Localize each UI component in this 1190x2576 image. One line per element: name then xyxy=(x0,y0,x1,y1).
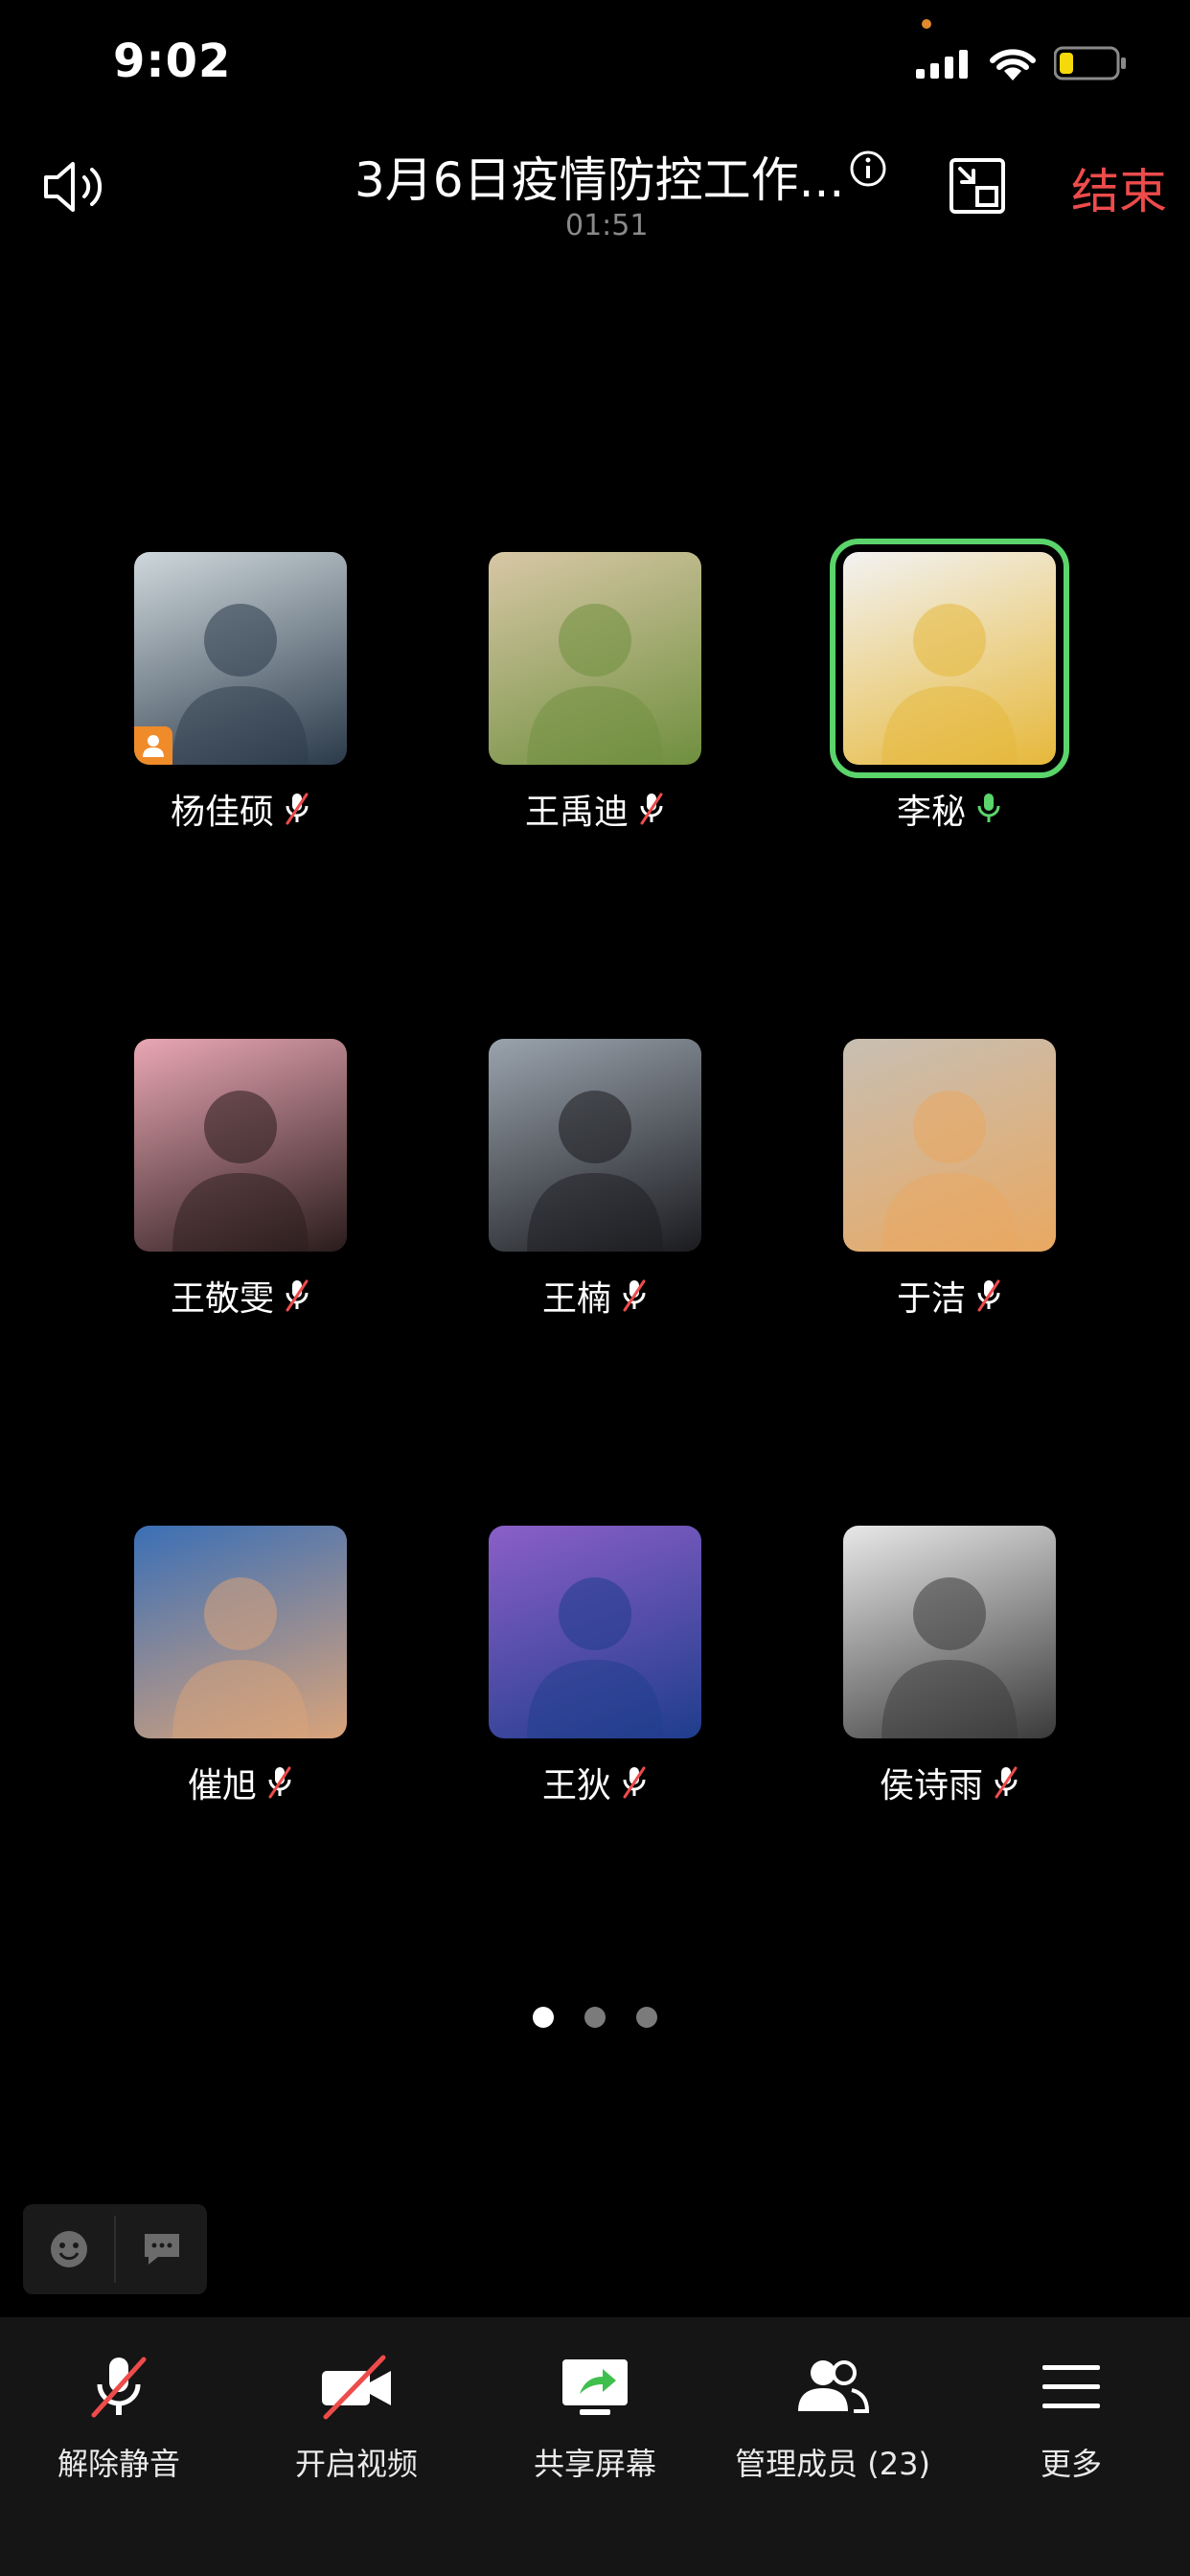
host-user-icon xyxy=(143,735,164,757)
avatar-figure xyxy=(172,1091,309,1252)
host-badge xyxy=(134,726,172,765)
participant-tile[interactable]: 王禹迪 xyxy=(489,552,701,834)
participant-name: 于洁 xyxy=(896,1279,966,1319)
mic-off-icon xyxy=(91,2357,147,2418)
participant-tile[interactable]: 于洁 xyxy=(843,1039,1056,1321)
mic-active-icon xyxy=(977,794,1000,822)
minimize-window-icon[interactable] xyxy=(949,157,1006,215)
participant-name: 王敬雯 xyxy=(170,1279,274,1319)
mic-muted-icon xyxy=(640,793,663,825)
participant-avatar[interactable] xyxy=(489,1526,701,1738)
emoji-icon xyxy=(50,2231,87,2267)
end-meeting-button[interactable]: 结束 xyxy=(1071,153,1167,222)
participant-name-row: 李秘 xyxy=(843,784,1056,834)
avatar-figure xyxy=(527,1577,663,1738)
participant-tile[interactable]: 李秘 xyxy=(830,539,1069,834)
participant-tile[interactable]: 侯诗雨 xyxy=(843,1526,1056,1807)
participant-avatar[interactable] xyxy=(134,1039,347,1252)
participant-avatar[interactable] xyxy=(489,552,701,765)
chat-button[interactable] xyxy=(116,2204,207,2294)
participant-name-row: 王狄 xyxy=(489,1758,701,1807)
participant-name-row: 杨佳硕 xyxy=(134,784,347,834)
unmute-button[interactable]: 解除静音 xyxy=(4,2317,234,2484)
participant-avatar[interactable] xyxy=(843,1039,1056,1252)
members-icon xyxy=(798,2360,870,2413)
start-video-button[interactable]: 开启视频 xyxy=(241,2317,471,2484)
meeting-toolbar: 解除静音 开启视频 共享屏幕 管理成员 (23) 更多 xyxy=(0,2317,1190,2576)
privacy-indicator-dot xyxy=(922,19,931,29)
participant-tile[interactable]: 王敬雯 xyxy=(134,1039,347,1321)
menu-icon xyxy=(1042,2365,1100,2408)
avatar-figure xyxy=(881,604,1018,765)
battery-icon xyxy=(1054,46,1126,80)
page-indicator[interactable] xyxy=(533,2007,657,2028)
avatar-figure xyxy=(527,604,663,765)
page-dot-2[interactable] xyxy=(584,2007,606,2028)
mic-muted-icon xyxy=(995,1766,1018,1799)
participant-avatar[interactable] xyxy=(134,1526,347,1738)
quick-reaction-bar xyxy=(23,2204,207,2294)
participant-avatar[interactable] xyxy=(843,1526,1056,1738)
participant-tile[interactable]: 催旭 xyxy=(134,1526,347,1807)
manage-members-label: 管理成员 (23) xyxy=(735,2446,930,2482)
meeting-title[interactable]: 3月6日疫情防控工作... xyxy=(355,142,844,211)
avatar-figure xyxy=(172,1577,309,1738)
participant-avatar[interactable] xyxy=(134,552,347,765)
share-screen-button[interactable]: 共享屏幕 xyxy=(480,2317,710,2484)
participant-tile[interactable]: 王楠 xyxy=(489,1039,701,1321)
unmute-label: 解除静音 xyxy=(57,2446,180,2482)
participant-name: 王禹迪 xyxy=(524,793,629,832)
participant-name: 王楠 xyxy=(541,1279,611,1319)
page-dot-1[interactable] xyxy=(533,2007,554,2028)
page-dot-3[interactable] xyxy=(636,2007,657,2028)
participant-name: 王狄 xyxy=(541,1766,611,1806)
chat-icon xyxy=(144,2234,179,2265)
camera-off-icon xyxy=(322,2355,391,2420)
participant-name-row: 王敬雯 xyxy=(134,1271,347,1321)
wifi-icon xyxy=(990,49,1036,80)
cellular-signal-icon xyxy=(916,50,968,79)
participant-name-row: 侯诗雨 xyxy=(843,1758,1056,1807)
participant-tile[interactable]: 王狄 xyxy=(489,1526,701,1807)
participant-name: 催旭 xyxy=(187,1766,257,1806)
avatar-figure xyxy=(881,1091,1018,1252)
meeting-elapsed-time: 01:51 xyxy=(565,209,649,242)
avatar-figure xyxy=(881,1577,1018,1738)
mic-muted-icon xyxy=(623,1766,646,1799)
participant-name: 杨佳硕 xyxy=(170,793,274,832)
mic-muted-icon xyxy=(268,1766,291,1799)
manage-members-button[interactable]: 管理成员 (23) xyxy=(718,2317,948,2484)
participant-avatar[interactable] xyxy=(830,539,1069,778)
speaker-icon[interactable] xyxy=(42,158,111,216)
start-video-label: 开启视频 xyxy=(294,2446,418,2482)
more-button[interactable]: 更多 xyxy=(956,2317,1186,2484)
mic-muted-icon xyxy=(623,1279,646,1312)
avatar-figure xyxy=(527,1091,663,1252)
status-time: 9:02 xyxy=(113,34,232,88)
share-screen-icon xyxy=(562,2359,628,2415)
participant-name-row: 催旭 xyxy=(134,1758,347,1807)
emoji-button[interactable] xyxy=(23,2204,114,2294)
mic-muted-icon xyxy=(286,793,309,825)
more-label: 更多 xyxy=(1040,2446,1102,2482)
participant-avatar[interactable] xyxy=(489,1039,701,1252)
participant-name-row: 王楠 xyxy=(489,1271,701,1321)
info-icon[interactable] xyxy=(849,150,887,188)
participant-name: 侯诗雨 xyxy=(879,1766,983,1806)
mic-muted-icon xyxy=(977,1279,1000,1312)
participant-name-row: 于洁 xyxy=(843,1271,1056,1321)
share-screen-label: 共享屏幕 xyxy=(533,2446,656,2482)
participant-name-row: 王禹迪 xyxy=(489,784,701,834)
participant-tile[interactable]: 杨佳硕 xyxy=(134,552,347,834)
participant-name: 李秘 xyxy=(896,793,966,832)
mic-muted-icon xyxy=(286,1279,309,1312)
